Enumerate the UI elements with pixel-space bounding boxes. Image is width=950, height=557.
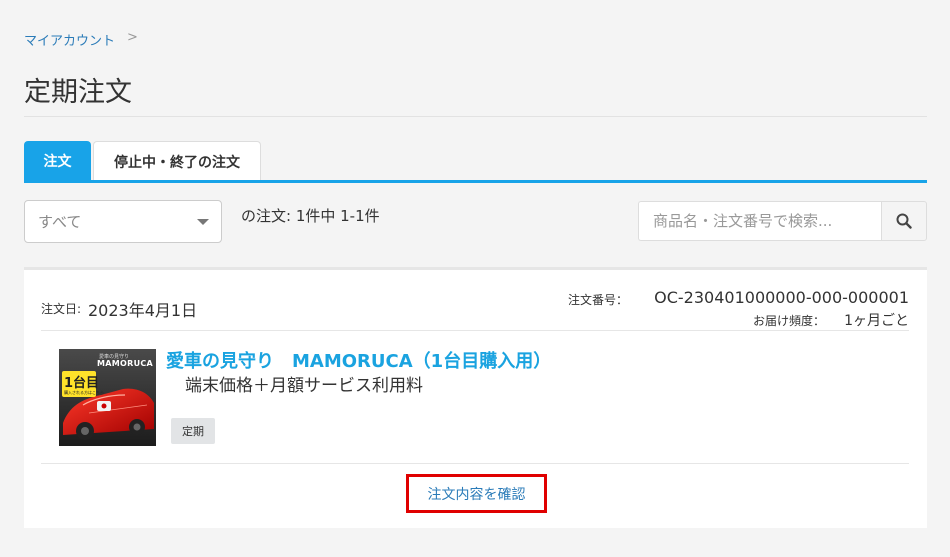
delivery-frequency-value: 1ヶ月ごと <box>844 313 909 329</box>
product-name-link[interactable]: 愛車の見守り MAMORUCA（1台目購入用） <box>166 347 551 373</box>
view-order-details-link[interactable]: 注文内容を確認 <box>406 474 547 513</box>
tab-stopped-ended-orders[interactable]: 停止中・終了の注文 <box>93 141 261 181</box>
filter-selected-value: すべて <box>38 213 82 231</box>
page-title: 定期注文 <box>24 77 132 108</box>
search-input[interactable] <box>638 201 881 241</box>
order-tabs: 注文 停止中・終了の注文 <box>24 141 261 181</box>
breadcrumb-separator: > <box>127 30 138 45</box>
breadcrumb-my-account-link[interactable]: マイアカウント <box>24 30 115 49</box>
thumb-tag-sub: 購入される方はこちら <box>64 390 104 395</box>
order-number-value: OC-230401000000-000-000001 <box>654 288 909 307</box>
thumb-brand: MAMORUCA <box>97 359 154 368</box>
product-thumbnail[interactable]: 愛車の見守り MAMORUCA 1台目 購入される方はこちら <box>59 349 156 446</box>
order-date-value: 2023年4月1日 <box>88 301 198 320</box>
card-divider-bottom <box>41 463 909 464</box>
title-divider <box>24 116 927 117</box>
product-description: 端末価格＋月額サービス利用料 <box>185 376 423 396</box>
search-icon <box>896 213 912 229</box>
chevron-down-icon <box>197 219 209 225</box>
card-divider <box>41 330 909 331</box>
subscription-badge: 定期 <box>171 418 215 444</box>
breadcrumb: マイアカウント > <box>24 30 138 49</box>
search-box <box>638 201 927 241</box>
order-card: 注文日: 2023年4月1日 注文番号： OC-230401000000-000… <box>24 267 927 528</box>
tab-orders[interactable]: 注文 <box>24 141 91 181</box>
order-filter-select[interactable]: すべて <box>24 200 222 243</box>
delivery-frequency-label: お届け頻度： <box>753 314 826 328</box>
search-button[interactable] <box>881 201 927 241</box>
order-date-label: 注文日: <box>41 302 82 316</box>
tab-underline <box>24 180 927 183</box>
order-count-text: の注文: 1件中 1-1件 <box>241 207 380 225</box>
thumb-tag: 1台目 <box>64 376 100 391</box>
order-number-label: 注文番号： <box>568 293 629 307</box>
